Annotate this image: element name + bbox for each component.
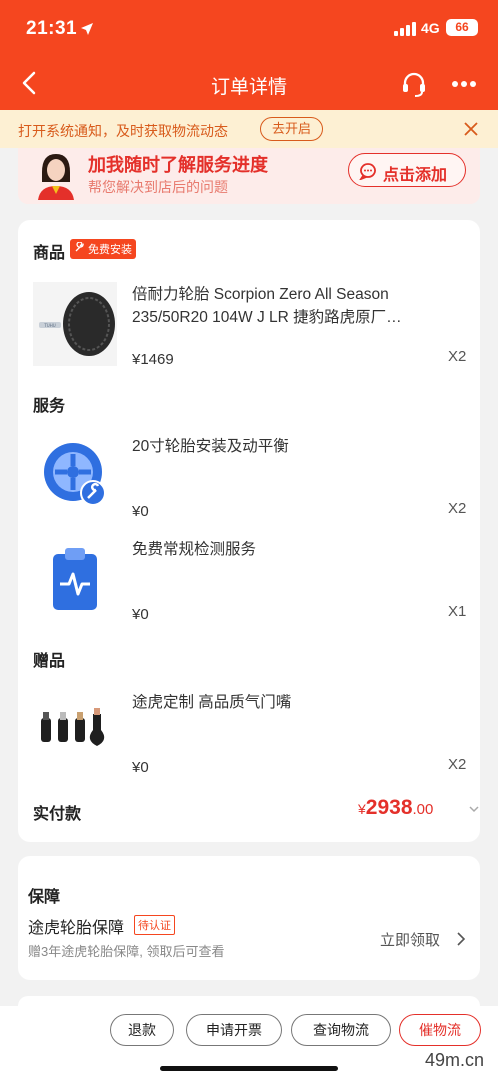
total-amount[interactable]: ¥2938.00	[358, 796, 479, 820]
gift-price: ¥0	[132, 759, 149, 776]
nav-bar: 订单详情	[0, 58, 498, 110]
total-currency: ¥	[358, 801, 366, 817]
status-time: 21:31	[26, 18, 78, 39]
notification-text: 打开系统通知，及时获取物流动态	[18, 123, 228, 139]
invoice-button[interactable]: 申请开票	[186, 1014, 282, 1046]
urge-logistics-button[interactable]: 催物流	[399, 1014, 481, 1046]
battery-icon: 66	[446, 19, 478, 36]
gift-name: 途虎定制 高品质气门嘴	[132, 694, 292, 711]
add-advisor-label: 点击添加	[383, 167, 448, 184]
wrench-icon	[75, 242, 85, 252]
service-qty: X2	[448, 500, 467, 517]
svg-text:TUHU: TUHU	[43, 323, 55, 328]
signal-icon	[394, 22, 416, 36]
tire-thumbnail: TUHU	[33, 282, 117, 366]
track-logistics-button[interactable]: 查询物流	[291, 1014, 391, 1046]
watermark: 49m.cn	[425, 1050, 485, 1070]
status-bar: 21:31 4G 66	[0, 0, 498, 58]
more-icon[interactable]	[448, 69, 480, 99]
home-indicator[interactable]	[160, 1066, 338, 1071]
wheel-wrench-icon	[44, 443, 106, 506]
goods-section-title: 商品	[33, 245, 66, 262]
service-name: 20寸轮胎安装及动平衡	[132, 438, 289, 455]
goods-price: ¥1469	[132, 351, 174, 368]
guarantee-desc: 赠3年途虎轮胎保障, 领取后可查看	[28, 944, 225, 959]
guarantee-name: 途虎轮胎保障	[28, 920, 125, 937]
free-install-tag: 免费安装	[70, 239, 136, 259]
chat-icon	[359, 163, 376, 180]
advisor-avatar	[38, 154, 74, 200]
service-qty: X1	[448, 603, 467, 620]
guarantee-card: 保障 途虎轮胎保障 待认证 赠3年途虎轮胎保障, 领取后可查看 立即领取	[18, 856, 480, 980]
chevron-down-icon	[469, 806, 479, 813]
gift-section-title: 赠品	[33, 653, 66, 670]
promo-title: 加我随时了解服务进度	[88, 155, 268, 175]
service-name: 免费常规检测服务	[132, 541, 257, 558]
goods-name: 倍耐力轮胎 Scorpion Zero All Season 235/50R20…	[132, 286, 402, 326]
free-install-label: 免费安装	[88, 244, 132, 256]
goods-qty: X2	[448, 348, 467, 365]
service-price: ¥0	[132, 503, 149, 520]
chevron-right-icon[interactable]	[456, 931, 466, 947]
total-decimal: .00	[412, 801, 434, 818]
claim-guarantee-button[interactable]: 立即领取	[380, 929, 440, 950]
refund-button[interactable]: 退款	[110, 1014, 174, 1046]
bottom-action-bar: 退款 申请开票 查询物流 催物流	[0, 1006, 498, 1080]
add-advisor-button[interactable]: 点击添加	[348, 153, 466, 187]
close-icon[interactable]	[462, 120, 480, 138]
guarantee-title: 保障	[28, 889, 61, 906]
guarantee-status-badge: 待认证	[134, 915, 175, 935]
clipboard-pulse-icon	[53, 548, 97, 610]
headset-icon[interactable]	[399, 69, 429, 99]
valve-stem-thumbnail	[41, 708, 105, 746]
order-card: 商品 免费安装 TUHU 倍耐力轮胎 Scorpion Zero All Sea…	[18, 220, 480, 842]
promo-subtitle: 帮您解决到店后的问题	[88, 179, 228, 195]
gift-qty: X2	[448, 756, 467, 773]
total-label: 实付款	[33, 806, 82, 823]
location-arrow-icon	[81, 23, 93, 35]
network-type: 4G	[421, 20, 440, 36]
advisor-promo: 加我随时了解服务进度 帮您解决到店后的问题 点击添加	[18, 148, 480, 204]
service-section-title: 服务	[33, 398, 66, 415]
total-integer: 2938	[365, 796, 413, 819]
enable-notification-button[interactable]: 去开启	[260, 117, 323, 141]
notification-banner: 打开系统通知，及时获取物流动态 去开启	[0, 110, 498, 148]
service-price: ¥0	[132, 606, 149, 623]
